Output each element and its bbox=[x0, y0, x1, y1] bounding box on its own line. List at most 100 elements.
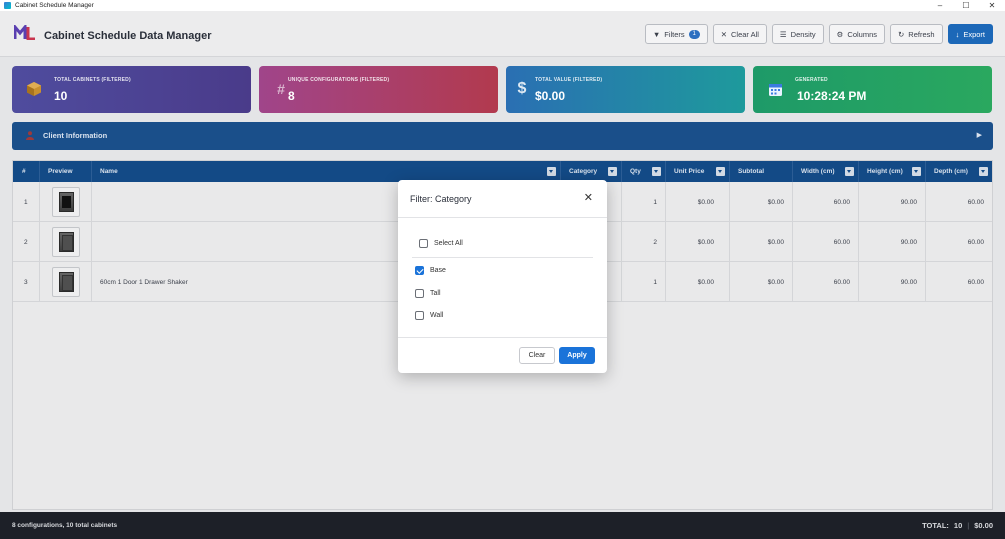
app-icon bbox=[4, 2, 11, 9]
page-title: Cabinet Schedule Data Manager bbox=[44, 30, 212, 42]
filter-icon: ▼ bbox=[652, 29, 661, 39]
maximize-button[interactable]: ☐ bbox=[953, 0, 979, 11]
status-bar: 8 configurations, 10 total cabinets TOTA… bbox=[0, 512, 1005, 539]
column-header-name[interactable]: Name bbox=[92, 161, 561, 182]
cell-width: 60.00 bbox=[793, 222, 859, 262]
dialog-title: Filter: Category bbox=[410, 194, 472, 204]
column-header-name-label: Name bbox=[100, 168, 118, 175]
filter-dropdown-icon[interactable] bbox=[608, 167, 617, 176]
columns-button[interactable]: ⚙ Columns bbox=[828, 24, 885, 44]
filter-dropdown-icon[interactable] bbox=[979, 167, 988, 176]
refresh-button[interactable]: ↻ Refresh bbox=[890, 24, 943, 44]
option-tall[interactable]: Tall bbox=[415, 289, 441, 298]
column-header-width[interactable]: Width (cm) bbox=[793, 161, 859, 182]
export-button[interactable]: ↓ Export bbox=[947, 24, 993, 44]
total-label: TOTAL: bbox=[922, 521, 949, 530]
stat-value: 10 bbox=[54, 89, 68, 103]
cell-qty: 1 bbox=[622, 182, 666, 222]
cell-unit-price: $0.00 bbox=[666, 182, 730, 222]
column-header-unit-price-label: Unit Price bbox=[674, 168, 705, 175]
clear-all-button[interactable]: ✕ Clear All bbox=[712, 24, 767, 44]
stat-value: 8 bbox=[288, 89, 295, 103]
stat-value: 10:28:24 PM bbox=[797, 89, 867, 103]
cell-subtotal: $0.00 bbox=[730, 182, 793, 222]
cell-depth: 60.00 bbox=[967, 238, 984, 246]
columns-label: Columns bbox=[847, 29, 877, 39]
stat-card-total-cabinets: TOTAL CABINETS (FILTERED) 10 bbox=[12, 66, 251, 113]
stat-card-total-value: $ TOTAL VALUE (FILTERED) $0.00 bbox=[506, 66, 745, 113]
cell-index: 2 bbox=[13, 222, 40, 262]
minimize-button[interactable]: – bbox=[927, 0, 953, 11]
toolbar: ▼ Filters 1 ✕ Clear All ☰ Density ⚙ Colu… bbox=[644, 24, 993, 44]
cabinet-thumbnail bbox=[51, 227, 80, 257]
dialog-header: Filter: Category ✕ bbox=[398, 180, 607, 218]
filter-dropdown-icon[interactable] bbox=[912, 167, 921, 176]
close-window-button[interactable]: ✕ bbox=[979, 0, 1005, 11]
logo bbox=[14, 25, 35, 40]
status-totals: TOTAL: 10 | $0.00 bbox=[922, 521, 993, 530]
column-header-qty[interactable]: Qty bbox=[622, 161, 666, 182]
option-base[interactable]: Base bbox=[415, 266, 446, 275]
download-icon: ↓ bbox=[955, 29, 960, 39]
total-count: 10 bbox=[953, 521, 963, 530]
cell-qty: 1 bbox=[622, 262, 666, 302]
filters-count-badge: 1 bbox=[688, 29, 700, 39]
gear-icon: ⚙ bbox=[836, 29, 844, 39]
column-header-subtotal: Subtotal bbox=[730, 161, 793, 182]
cell-depth: 60.00 bbox=[967, 198, 984, 206]
column-header-height-label: Height (cm) bbox=[867, 168, 903, 175]
cell-preview bbox=[40, 182, 92, 222]
stat-label: GENERATED bbox=[795, 77, 828, 83]
column-header-height[interactable]: Height (cm) bbox=[859, 161, 926, 182]
tall-checkbox[interactable] bbox=[415, 289, 424, 298]
filters-button[interactable]: ▼ Filters 1 bbox=[644, 24, 708, 44]
clear-button[interactable]: Clear bbox=[519, 347, 555, 364]
dialog-footer-divider bbox=[398, 337, 607, 338]
filter-dropdown-icon[interactable] bbox=[845, 167, 854, 176]
window-titlebar: Cabinet Schedule Manager – ☐ ✕ bbox=[0, 0, 1005, 11]
cell-preview bbox=[40, 262, 92, 302]
wall-checkbox[interactable] bbox=[415, 311, 424, 320]
close-icon[interactable]: ✕ bbox=[584, 191, 593, 204]
filters-label: Filters bbox=[664, 29, 685, 39]
filter-dropdown-icon[interactable] bbox=[547, 167, 556, 176]
column-header-width-label: Width (cm) bbox=[801, 168, 835, 175]
chevron-right-icon: ▶ bbox=[976, 132, 982, 139]
option-wall-label: Wall bbox=[430, 312, 444, 319]
column-header-unit-price[interactable]: Unit Price bbox=[666, 161, 730, 182]
cell-index: 3 bbox=[13, 262, 40, 302]
option-wall[interactable]: Wall bbox=[415, 311, 443, 320]
cell-unit-price: $0.00 bbox=[666, 222, 730, 262]
refresh-label: Refresh bbox=[908, 29, 935, 39]
filter-dropdown-icon[interactable] bbox=[652, 167, 661, 176]
apply-button[interactable]: Apply bbox=[559, 347, 595, 364]
cell-width: 60.00 bbox=[793, 182, 859, 222]
cell-height: 90.00 bbox=[859, 262, 926, 302]
cell-index: 1 bbox=[13, 182, 40, 222]
density-button[interactable]: ☰ Density bbox=[771, 24, 824, 44]
cell-height: 90.00 bbox=[859, 182, 926, 222]
stat-card-generated: GENERATED 10:28:24 PM bbox=[753, 66, 992, 113]
client-information-toggle[interactable]: Client Information ▶ bbox=[12, 122, 993, 150]
base-checkbox[interactable] bbox=[415, 266, 424, 275]
option-base-label: Base bbox=[430, 267, 446, 274]
table-header: # Preview Name Category Qty Unit Price S… bbox=[13, 161, 992, 182]
select-all-option[interactable]: Select All bbox=[419, 239, 463, 248]
density-label: Density bbox=[790, 29, 816, 39]
total-separator: | bbox=[967, 521, 970, 530]
dollar-icon: $ bbox=[517, 80, 527, 97]
column-header-depth[interactable]: Depth (cm) bbox=[926, 161, 992, 182]
column-header-category-label: Category bbox=[569, 168, 598, 175]
status-summary: 8 configurations, 10 total cabinets bbox=[12, 522, 118, 529]
refresh-icon: ↻ bbox=[898, 29, 905, 39]
column-header-category[interactable]: Category bbox=[561, 161, 622, 182]
filter-dropdown-icon[interactable] bbox=[716, 167, 725, 176]
total-value: $0.00 bbox=[974, 521, 993, 530]
cell-depth: 60.00 bbox=[967, 278, 984, 286]
cell-preview bbox=[40, 222, 92, 262]
export-label: Export bbox=[963, 29, 985, 39]
select-all-checkbox[interactable] bbox=[419, 239, 428, 248]
client-information-label: Client Information bbox=[43, 131, 108, 140]
app-header: Cabinet Schedule Data Manager ▼ Filters … bbox=[0, 11, 1005, 57]
column-header-index: # bbox=[13, 161, 40, 182]
